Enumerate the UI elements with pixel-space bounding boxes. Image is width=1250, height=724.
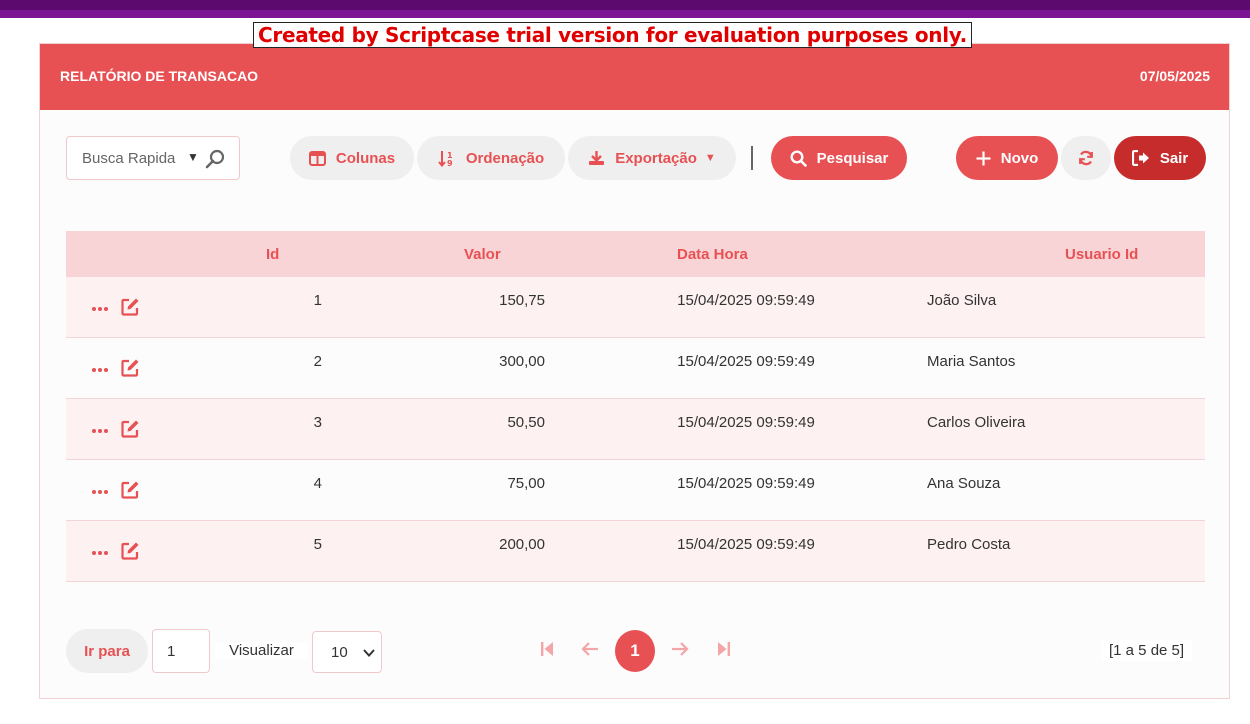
first-page-icon[interactable] (540, 641, 554, 662)
quick-search-input[interactable] (68, 138, 192, 178)
report-panel: RELATÓRIO DE TRANSACAO 07/05/2025 ▼ Colu… (39, 43, 1230, 699)
plus-icon (976, 151, 991, 166)
top-bar (0, 0, 1250, 10)
caret-down-icon: ▼ (704, 152, 716, 164)
quick-search: ▼ (66, 136, 240, 180)
cell-data-hora: 15/04/2025 09:59:49 (677, 353, 815, 370)
trial-banner: Created by Scriptcase trial version for … (253, 22, 972, 48)
chevron-down-icon (363, 644, 375, 662)
more-icon[interactable] (91, 482, 109, 499)
search-icon (790, 149, 807, 167)
columns-icon (308, 150, 326, 166)
page-title: RELATÓRIO DE TRANSACAO (60, 68, 259, 84)
search-button[interactable]: Pesquisar (771, 136, 907, 180)
table-row: 2 300,00 15/04/2025 09:59:49 Maria Santo… (66, 338, 1205, 399)
cell-usuario: Maria Santos (927, 353, 1016, 370)
cell-id: 1 (313, 292, 322, 309)
new-button[interactable]: Novo (956, 136, 1058, 180)
edit-icon[interactable] (121, 541, 140, 564)
columns-button[interactable]: Colunas (290, 136, 414, 180)
cell-id: 4 (313, 475, 322, 492)
cell-valor: 75,00 (507, 475, 545, 492)
edit-icon[interactable] (121, 297, 140, 320)
svg-text:9: 9 (447, 159, 453, 167)
data-table: Id Valor Data Hora Usuario Id 1 150,75 1… (66, 231, 1205, 582)
per-page-value: 10 (331, 644, 348, 661)
column-header-usuario-id[interactable]: Usuario Id (1065, 246, 1138, 263)
more-icon[interactable] (91, 543, 109, 560)
cell-usuario: Pedro Costa (927, 536, 1011, 553)
last-page-icon[interactable] (717, 641, 731, 662)
column-header-valor[interactable]: Valor (464, 246, 501, 263)
cell-valor: 150,75 (499, 292, 545, 309)
cell-valor: 200,00 (499, 536, 545, 553)
cell-id: 5 (313, 536, 322, 553)
cell-usuario: Ana Souza (927, 475, 1001, 492)
cell-data-hora: 15/04/2025 09:59:49 (677, 536, 815, 553)
export-button[interactable]: Exportação ▼ (568, 136, 736, 180)
edit-icon[interactable] (121, 480, 140, 503)
refresh-icon (1078, 150, 1094, 166)
logout-icon (1131, 150, 1150, 166)
goto-button[interactable]: Ir para (66, 629, 148, 673)
new-label: Novo (1000, 149, 1039, 167)
view-label: Visualizar (215, 642, 308, 659)
columns-label: Colunas (335, 149, 396, 167)
sort-button[interactable]: 19 Ordenação (417, 136, 565, 180)
more-icon[interactable] (91, 360, 109, 377)
goto-page-input[interactable] (152, 629, 210, 673)
exit-label: Sair (1159, 149, 1189, 167)
export-label: Exportação (615, 149, 697, 167)
cell-valor: 50,50 (507, 414, 545, 431)
exit-button[interactable]: Sair (1114, 136, 1206, 180)
more-icon[interactable] (91, 421, 109, 438)
header-date: 07/05/2025 (1139, 68, 1210, 84)
per-page-select[interactable]: 10 (312, 631, 382, 673)
edit-icon[interactable] (121, 419, 140, 442)
cell-usuario: João Silva (927, 292, 997, 309)
record-summary: [1 a 5 de 5] (1101, 640, 1193, 661)
table-row: 5 200,00 15/04/2025 09:59:49 Pedro Costa (66, 521, 1205, 582)
next-page-icon[interactable] (671, 641, 689, 662)
cell-usuario: Carlos Oliveira (927, 414, 1026, 431)
refresh-button[interactable] (1061, 136, 1111, 180)
toolbar-divider (751, 146, 753, 170)
prev-page-icon[interactable] (581, 641, 599, 662)
search-icon[interactable] (205, 149, 225, 174)
column-header-data-hora[interactable]: Data Hora (677, 246, 748, 263)
download-icon (588, 150, 605, 166)
edit-icon[interactable] (121, 358, 140, 381)
panel-header: RELATÓRIO DE TRANSACAO 07/05/2025 (40, 44, 1229, 110)
table-row: 3 50,50 15/04/2025 09:59:49 Carlos Olive… (66, 399, 1205, 460)
sort-icon: 19 (438, 150, 456, 167)
cell-id: 3 (313, 414, 322, 431)
table-header: Id Valor Data Hora Usuario Id (66, 231, 1205, 277)
cell-valor: 300,00 (499, 353, 545, 370)
sort-label: Ordenação (465, 149, 545, 167)
current-page[interactable]: 1 (615, 630, 655, 672)
top-bar-accent (0, 10, 1250, 18)
table-row: 4 75,00 15/04/2025 09:59:49 Ana Souza (66, 460, 1205, 521)
cell-id: 2 (313, 353, 322, 370)
caret-down-icon[interactable]: ▼ (187, 150, 199, 164)
cell-data-hora: 15/04/2025 09:59:49 (677, 475, 815, 492)
cell-data-hora: 15/04/2025 09:59:49 (677, 292, 815, 309)
more-icon[interactable] (91, 299, 109, 316)
cell-data-hora: 15/04/2025 09:59:49 (677, 414, 815, 431)
search-label: Pesquisar (816, 149, 889, 167)
table-row: 1 150,75 15/04/2025 09:59:49 João Silva (66, 277, 1205, 338)
column-header-id[interactable]: Id (266, 246, 279, 263)
